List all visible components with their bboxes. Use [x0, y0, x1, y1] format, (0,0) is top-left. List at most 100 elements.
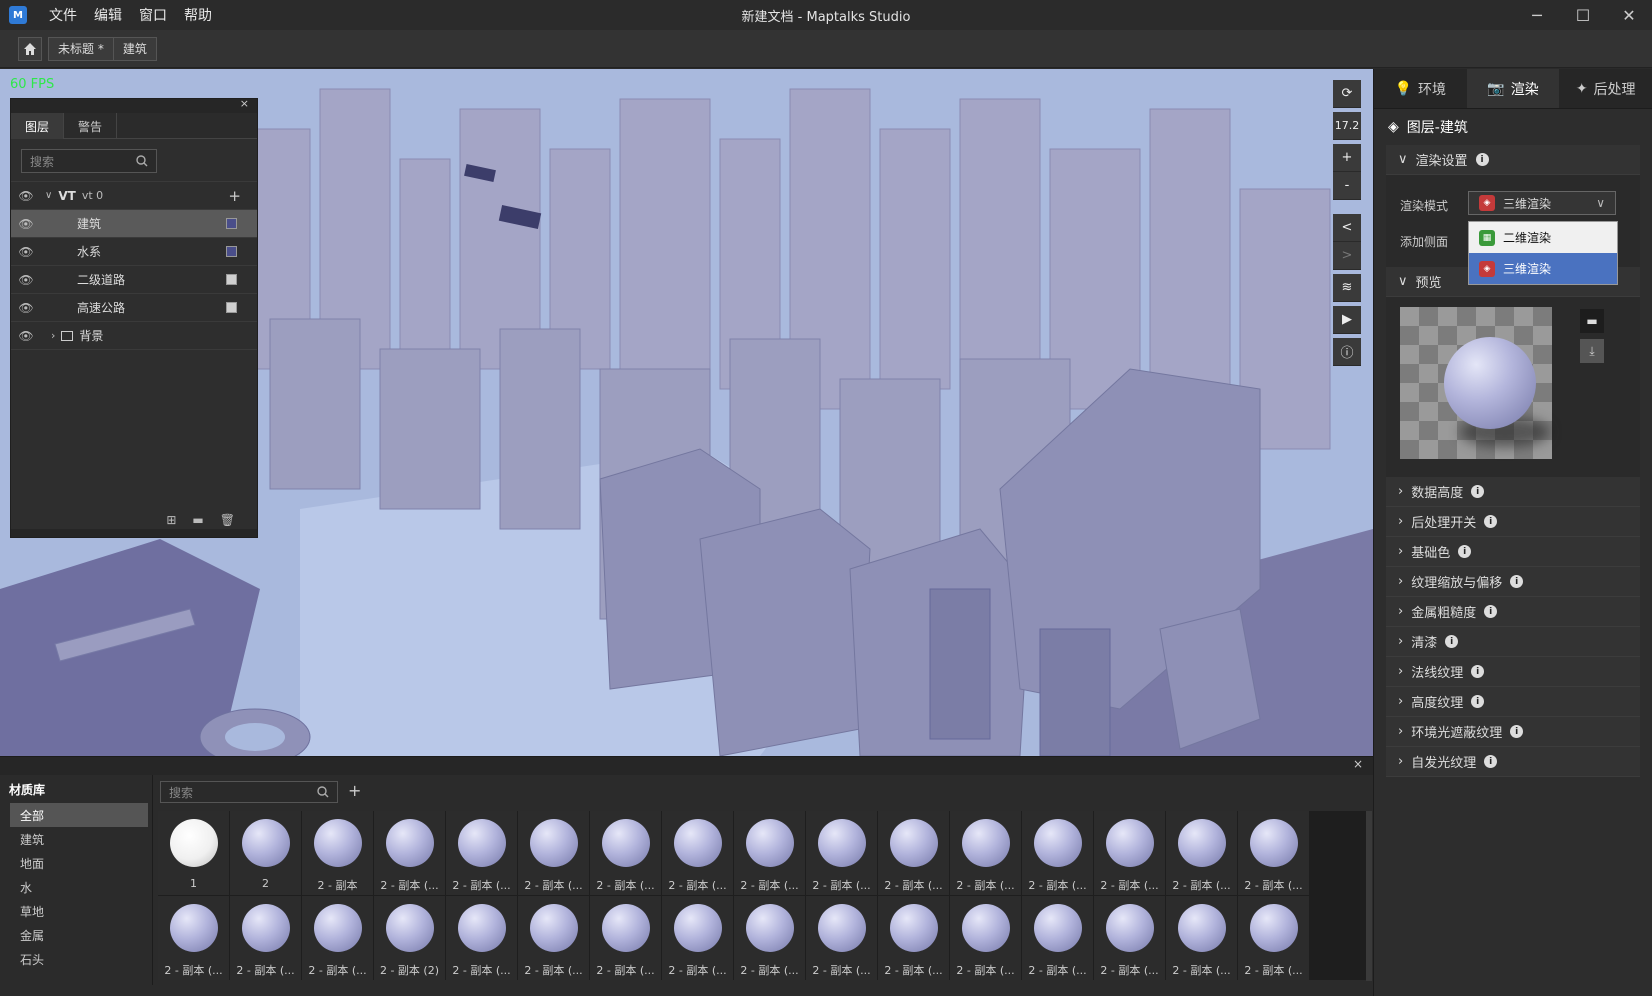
layer-color-swatch[interactable] — [226, 218, 237, 229]
section-texture-scale-offset[interactable]: › 纹理缩放与偏移 i — [1386, 567, 1640, 597]
category-building[interactable]: 建筑 — [10, 827, 148, 851]
eye-icon[interactable]: 👁 — [11, 217, 41, 231]
play-icon[interactable]: ▶ — [1333, 306, 1361, 334]
material-item[interactable]: 2 - 副本 (... — [806, 811, 877, 895]
material-scrollbar[interactable] — [1366, 811, 1372, 981]
material-item[interactable]: 2 - 副本 (... — [662, 896, 733, 980]
material-item[interactable]: 2 - 副本 (... — [878, 811, 949, 895]
material-item[interactable]: 2 - 副本 (... — [374, 811, 445, 895]
layer-search-input[interactable]: 搜索 — [21, 149, 157, 173]
tab-layers[interactable]: 图层 — [11, 113, 65, 139]
eye-icon[interactable]: 👁 — [11, 329, 41, 343]
option-2d[interactable]: ▦ 二维渲染 — [1469, 222, 1617, 253]
material-item[interactable]: 2 - 副本 (... — [590, 811, 661, 895]
section-clearcoat[interactable]: › 清漆 i — [1386, 627, 1640, 657]
folder-icon[interactable]: ▬ — [192, 513, 203, 527]
layer-color-swatch[interactable] — [226, 246, 237, 257]
info-icon[interactable]: i — [1458, 545, 1472, 558]
material-item[interactable]: 2 - 副本 (... — [1238, 811, 1309, 895]
layer-item-highway[interactable]: 👁 高速公路 — [11, 294, 257, 322]
section-metal-roughness[interactable]: › 金属粗糙度 i — [1386, 597, 1640, 627]
zoom-in-button[interactable]: + — [1333, 144, 1361, 172]
section-base-color[interactable]: › 基础色 i — [1386, 537, 1640, 567]
render-mode-select[interactable]: ◈ 三维渲染 ∨ — [1468, 191, 1616, 215]
info-icon[interactable]: i — [1484, 515, 1498, 528]
material-item[interactable]: 2 - 副本 (... — [518, 811, 589, 895]
material-item[interactable]: 2 - 副本 (... — [230, 896, 301, 980]
trash-icon[interactable]: 🗑 — [220, 513, 235, 527]
section-ao-texture[interactable]: › 环境光遮蔽纹理 i — [1386, 717, 1640, 747]
section-postprocess-switch[interactable]: › 后处理开关 i — [1386, 507, 1640, 537]
breadcrumb-layer[interactable]: 建筑 — [113, 36, 157, 61]
eye-icon[interactable]: 👁 — [11, 245, 41, 259]
material-item[interactable]: 2 - 副本 — [302, 811, 373, 895]
option-3d[interactable]: ◈ 三维渲染 — [1469, 253, 1617, 284]
material-item[interactable]: 2 - 副本 (... — [1166, 896, 1237, 980]
eye-icon[interactable]: 👁 — [11, 189, 41, 203]
layer-item-background[interactable]: 👁 › 背景 — [11, 322, 257, 350]
category-stone[interactable]: 石头 — [10, 947, 148, 971]
wifi-icon[interactable]: ≋ — [1333, 274, 1361, 302]
eye-icon[interactable]: 👁 — [11, 301, 41, 315]
material-item[interactable]: 1 — [158, 811, 229, 895]
category-grass[interactable]: 草地 — [10, 899, 148, 923]
download-icon[interactable]: ⤓ — [1580, 339, 1604, 363]
material-item[interactable]: 2 - 副本 (... — [734, 896, 805, 980]
material-item[interactable]: 2 - 副本 (... — [1166, 811, 1237, 895]
menu-window[interactable]: 窗口 — [139, 5, 167, 25]
menu-edit[interactable]: 编辑 — [94, 5, 122, 25]
tab-warnings[interactable]: 警告 — [64, 113, 118, 139]
zoom-out-button[interactable]: - — [1333, 172, 1361, 200]
info-icon[interactable]: i — [1510, 725, 1524, 738]
material-item[interactable]: 2 - 副本 (... — [590, 896, 661, 980]
info-icon[interactable]: i — [1484, 755, 1498, 768]
chevron-down-icon[interactable]: ∨ — [45, 190, 52, 201]
section-render-settings[interactable]: ∨ 渲染设置 i — [1386, 145, 1640, 175]
info-icon[interactable]: i — [1445, 635, 1459, 648]
material-item[interactable]: 2 - 副本 (... — [662, 811, 733, 895]
menu-file[interactable]: 文件 — [49, 5, 77, 25]
info-icon[interactable]: ⓘ — [1333, 338, 1361, 366]
open-folder-icon[interactable]: ▬ — [1580, 309, 1604, 333]
refresh-icon[interactable]: ⟳ — [1333, 80, 1361, 108]
material-item[interactable]: 2 - 副本 (... — [950, 811, 1021, 895]
layer-item-buildings[interactable]: 👁 建筑 — [11, 210, 257, 238]
prev-view-button[interactable]: < — [1333, 214, 1361, 242]
tab-environment[interactable]: 💡 环境 — [1374, 69, 1467, 108]
info-icon[interactable]: i — [1471, 485, 1485, 498]
home-button[interactable] — [18, 36, 42, 61]
next-view-button[interactable]: > — [1333, 242, 1361, 270]
material-item[interactable]: 2 - 副本 (... — [1094, 896, 1165, 980]
add-layer-icon[interactable]: + — [228, 187, 241, 205]
layer-item-secondary-road[interactable]: 👁 二级道路 — [11, 266, 257, 294]
material-item[interactable]: 2 - 副本 (... — [446, 811, 517, 895]
layer-item-water[interactable]: 👁 水系 — [11, 238, 257, 266]
material-item[interactable]: 2 - 副本 (... — [518, 896, 589, 980]
info-icon[interactable]: i — [1510, 575, 1524, 588]
tab-render[interactable]: 📷 渲染 — [1466, 69, 1560, 108]
section-height-texture[interactable]: › 高度纹理 i — [1386, 687, 1640, 717]
material-item[interactable]: 2 - 副本 (... — [950, 896, 1021, 980]
layer-group-vt[interactable]: 👁 ∨ VT vt 0 + — [11, 182, 257, 210]
material-item[interactable]: 2 - 副本 (... — [1094, 811, 1165, 895]
menu-help[interactable]: 帮助 — [184, 5, 212, 25]
info-icon[interactable]: i — [1471, 695, 1485, 708]
tab-postprocess[interactable]: ✦ 后处理 — [1559, 69, 1652, 108]
material-item[interactable]: 2 - 副本 (... — [158, 896, 229, 980]
close-icon[interactable]: ✕ — [1606, 0, 1652, 30]
section-normal-texture[interactable]: › 法线纹理 i — [1386, 657, 1640, 687]
maximize-icon[interactable]: ☐ — [1560, 0, 1606, 30]
minimize-icon[interactable]: ─ — [1514, 0, 1560, 30]
category-metal[interactable]: 金属 — [10, 923, 148, 947]
material-item[interactable]: 2 - 副本 (... — [446, 896, 517, 980]
material-item[interactable]: 2 - 副本 (2) — [374, 896, 445, 980]
material-close-icon[interactable]: × — [1353, 757, 1363, 771]
material-item[interactable]: 2 - 副本 (... — [806, 896, 877, 980]
section-data-height[interactable]: › 数据高度 i — [1386, 477, 1640, 507]
layers-close-icon[interactable]: × — [240, 97, 249, 110]
material-item[interactable]: 2 - 副本 (... — [1022, 811, 1093, 895]
layer-color-swatch[interactable] — [226, 274, 237, 285]
material-item[interactable]: 2 - 副本 (... — [1022, 896, 1093, 980]
layer-color-swatch[interactable] — [226, 302, 237, 313]
info-icon[interactable]: i — [1475, 153, 1489, 166]
